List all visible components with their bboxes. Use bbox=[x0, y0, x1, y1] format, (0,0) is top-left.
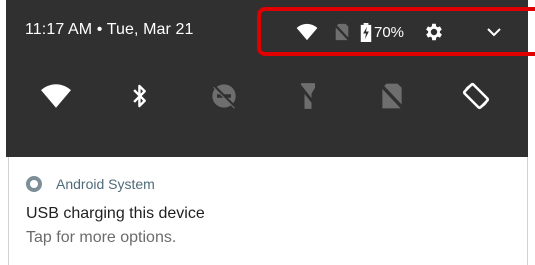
bluetooth-icon bbox=[131, 83, 149, 114]
flashlight-off-icon bbox=[297, 82, 319, 115]
status-time-date: 11:17 AM • Tue, Mar 21 bbox=[25, 21, 194, 38]
auto-rotate-icon bbox=[461, 81, 491, 116]
auto-rotate-tile[interactable] bbox=[458, 80, 494, 116]
flashlight-tile[interactable] bbox=[290, 80, 326, 116]
bluetooth-tile[interactable] bbox=[122, 80, 158, 116]
do-not-disturb-tile[interactable] bbox=[206, 80, 242, 116]
sim-tile[interactable] bbox=[374, 80, 410, 116]
wifi-icon bbox=[40, 83, 72, 114]
do-not-disturb-off-icon bbox=[210, 82, 238, 115]
highlight-box bbox=[257, 7, 535, 56]
wifi-tile[interactable] bbox=[38, 80, 74, 116]
app-name: Android System bbox=[56, 176, 155, 192]
android-system-icon bbox=[26, 176, 42, 192]
notification-card[interactable]: Android System USB charging this device … bbox=[8, 157, 528, 265]
notification-header: Android System bbox=[26, 176, 155, 192]
notification-title: USB charging this device bbox=[26, 205, 205, 222]
quick-settings-row bbox=[6, 80, 528, 116]
notification-text: Tap for more options. bbox=[26, 229, 177, 246]
no-sim-icon bbox=[379, 82, 405, 115]
